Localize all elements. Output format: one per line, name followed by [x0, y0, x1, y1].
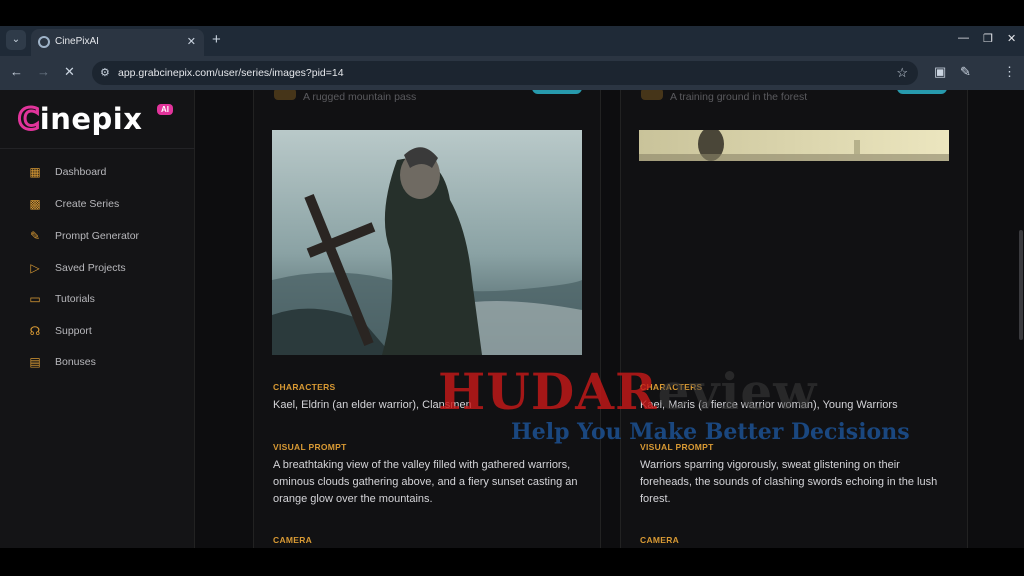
app-page: Cinepix AI ▦ Dashboard ▩ Create Series ✎… — [0, 90, 1024, 548]
address-bar[interactable]: ⚙ app.grabcinepix.com/user/series/images… — [92, 61, 918, 85]
sidebar-item-support[interactable]: ☊ Support — [28, 321, 92, 341]
new-tab-plus-icon[interactable]: + — [212, 31, 221, 48]
forest-training-image — [639, 130, 949, 161]
extensions-puzzle-icon[interactable]: ✎ — [960, 64, 971, 80]
grid-icon: ▦ — [29, 165, 41, 179]
book-icon: ▭ — [29, 292, 41, 306]
sidebar-item-bonuses[interactable]: ▤ Bonuses — [28, 352, 96, 372]
back-arrow-icon[interactable]: ← — [10, 64, 23, 79]
scene-location: A rugged mountain pass — [303, 91, 417, 103]
scene-action-button[interactable] — [897, 90, 947, 94]
scene-image-loading[interactable] — [639, 130, 949, 161]
screen-capture-icon[interactable]: ▣ — [934, 64, 946, 80]
tab-search-chevron-icon[interactable]: ⌄ — [6, 30, 26, 50]
window-close-icon[interactable]: ✕ — [1007, 32, 1016, 45]
location-icon — [641, 90, 663, 100]
site-info-icon[interactable]: ⚙ — [100, 66, 110, 79]
sidebar: Cinepix AI ▦ Dashboard ▩ Create Series ✎… — [0, 90, 195, 548]
tab-close-icon[interactable]: ✕ — [187, 35, 196, 48]
watermark-tagline: Help You Make Better Decisions — [511, 419, 910, 445]
sidebar-item-dashboard[interactable]: ▦ Dashboard — [28, 162, 106, 182]
address-url: app.grabcinepix.com/user/series/images?p… — [118, 67, 344, 79]
stop-loading-icon[interactable]: ✕ — [64, 64, 75, 80]
minimize-icon[interactable]: — — [958, 32, 969, 44]
cinepix-logo[interactable]: Cinepix — [17, 101, 142, 138]
sidebar-item-label: Dashboard — [55, 166, 107, 178]
video-letterbox-top — [0, 0, 1024, 26]
browser-tab[interactable]: CinePixAI ✕ — [31, 29, 204, 56]
sidebar-item-saved-projects[interactable]: ▷ Saved Projects — [28, 258, 126, 278]
scene-image[interactable] — [272, 130, 582, 355]
scene-action-button[interactable] — [532, 90, 582, 94]
sidebar-item-label: Tutorials — [55, 293, 95, 305]
visual-prompt-label: VISUAL PROMPT — [273, 442, 347, 452]
edit-icon: ✎ — [29, 229, 41, 243]
browser-menu-icon[interactable]: ⋮ — [1003, 64, 1016, 80]
gift-icon: ▤ — [29, 355, 41, 369]
scene-location: A training ground in the forest — [670, 91, 808, 103]
location-icon — [274, 90, 296, 100]
sidebar-divider — [0, 148, 195, 149]
sidebar-item-create-series[interactable]: ▩ Create Series — [28, 194, 119, 214]
sidebar-item-tutorials[interactable]: ▭ Tutorials — [28, 289, 95, 309]
warrior-with-cross-image — [272, 130, 582, 355]
headset-icon: ☊ — [29, 324, 41, 338]
browser-tab-bar: ⌄ CinePixAI ✕ + — ❐ ✕ — [0, 26, 1024, 56]
sidebar-item-label: Saved Projects — [55, 262, 126, 274]
sidebar-item-prompt-generator[interactable]: ✎ Prompt Generator — [28, 226, 139, 246]
sidebar-item-label: Bonuses — [55, 356, 96, 368]
forward-arrow-icon[interactable]: → — [37, 64, 50, 79]
ai-badge: AI — [157, 104, 173, 115]
film-icon: ▩ — [29, 197, 41, 211]
camera-label: CAMERA — [273, 535, 313, 545]
favicon-icon — [38, 36, 50, 48]
camera-label: CAMERA — [640, 535, 680, 545]
watermark-title: HUDAReview — [438, 362, 818, 421]
characters-label: CHARACTERS — [273, 382, 336, 392]
visual-prompt-text: A breathtaking view of the valley filled… — [273, 459, 578, 505]
visual-prompt-text: Warriors sparring vigorously, sweat glis… — [640, 459, 938, 505]
page-scrollbar-thumb[interactable] — [1019, 230, 1023, 340]
browser-toolbar: ← → ✕ ⚙ app.grabcinepix.com/user/series/… — [0, 56, 1024, 90]
restore-icon[interactable]: ❐ — [983, 32, 993, 45]
sidebar-item-label: Create Series — [55, 198, 120, 210]
scene-card: A training ground in the forest CHARACTE… — [620, 90, 968, 548]
tab-title: CinePixAI — [55, 36, 99, 47]
video-letterbox-bottom — [0, 548, 1024, 576]
sidebar-item-label: Support — [55, 325, 92, 337]
scene-card: A rugged mountain pass CHARACTERS Kael, … — [253, 90, 601, 548]
video-icon: ▷ — [30, 261, 40, 275]
bookmark-star-icon[interactable]: ☆ — [896, 65, 908, 81]
sidebar-item-label: Prompt Generator — [55, 230, 140, 242]
